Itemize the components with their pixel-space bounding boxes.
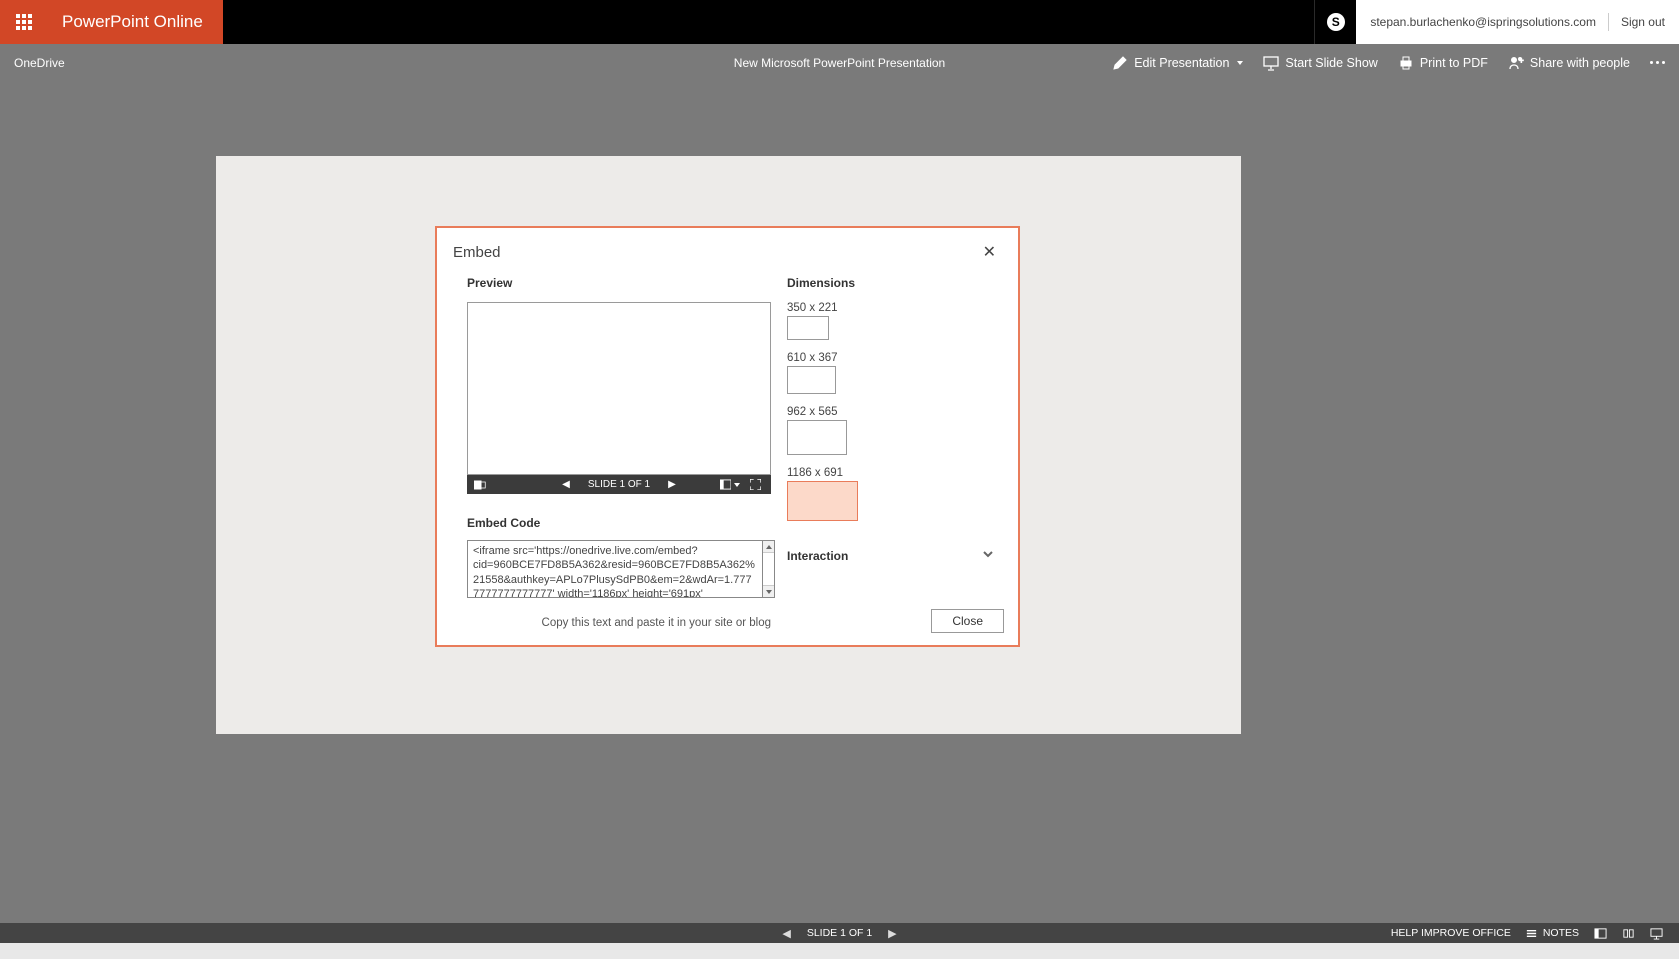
normal-view-button[interactable]	[1593, 926, 1607, 940]
share-button[interactable]: + Share with people	[1508, 55, 1630, 71]
notes-toggle[interactable]: NOTES	[1525, 926, 1579, 940]
status-prev-button[interactable]: ◀	[782, 927, 790, 940]
dimension-option-4[interactable]	[787, 481, 858, 521]
close-icon[interactable]: ✕	[977, 240, 1002, 264]
user-area: stepan.burlachenko@ispringsolutions.com …	[1356, 0, 1679, 44]
powerpoint-icon[interactable]	[467, 479, 493, 491]
embed-code-textarea[interactable]	[467, 540, 763, 598]
dialog-title: Embed	[453, 244, 501, 261]
dimension-option-3-label: 962 x 565	[787, 406, 1002, 418]
status-slide-counter: SLIDE 1 OF 1	[807, 927, 872, 939]
edit-label: Edit Presentation	[1134, 56, 1229, 70]
print-pdf-button[interactable]: Print to PDF	[1398, 55, 1488, 71]
skype-button[interactable]: S	[1314, 0, 1356, 44]
signout-link[interactable]: Sign out	[1621, 15, 1665, 29]
waffle-icon	[16, 14, 32, 30]
dimension-option-4-label: 1186 x 691	[787, 467, 1002, 479]
close-button[interactable]: Close	[931, 609, 1004, 633]
interaction-label: Interaction	[787, 549, 848, 563]
reading-view-button[interactable]	[1621, 926, 1635, 940]
embed-code-label: Embed Code	[467, 516, 771, 530]
preview-label: Preview	[467, 276, 771, 290]
subheader: OneDrive New Microsoft PowerPoint Presen…	[0, 44, 1679, 81]
printer-icon	[1398, 55, 1414, 71]
embed-preview	[467, 302, 771, 475]
dimension-option-3[interactable]	[787, 420, 847, 455]
user-email[interactable]: stepan.burlachenko@ispringsolutions.com	[1370, 15, 1596, 29]
preview-controls: ◀ SLIDE 1 OF 1 ▶	[467, 475, 771, 494]
textarea-scrollbar[interactable]	[763, 540, 775, 598]
svg-text:+: +	[1519, 56, 1524, 65]
interaction-toggle[interactable]: Interaction	[787, 547, 1002, 565]
notes-icon	[1525, 926, 1539, 940]
app-launcher-button[interactable]	[0, 0, 48, 44]
print-label: Print to PDF	[1420, 56, 1488, 70]
dimension-option-1-label: 350 x 221	[787, 302, 1002, 314]
chevron-down-icon	[982, 547, 994, 565]
brand-label[interactable]: PowerPoint Online	[48, 0, 223, 44]
help-improve-link[interactable]: HELP IMPROVE OFFICE	[1391, 927, 1511, 939]
taskbar-edge	[0, 943, 1679, 959]
embed-dialog: Embed ✕ Preview ◀ SLIDE 1 OF 1 ▶	[435, 226, 1020, 647]
skype-icon: S	[1327, 13, 1345, 31]
view-menu-button[interactable]	[720, 479, 740, 490]
dimension-option-2-label: 610 x 367	[787, 352, 1002, 364]
top-bar: PowerPoint Online S stepan.burlachenko@i…	[0, 0, 1679, 44]
ellipsis-icon	[1650, 61, 1665, 64]
next-slide-button[interactable]: ▶	[668, 479, 676, 490]
share-icon: +	[1508, 55, 1524, 71]
chevron-down-icon	[1237, 61, 1243, 65]
pencil-icon	[1112, 55, 1128, 71]
scroll-up-icon	[766, 545, 772, 549]
presentation-icon	[1263, 55, 1279, 71]
dimension-option-2[interactable]	[787, 366, 836, 394]
dimension-option-1[interactable]	[787, 316, 829, 340]
breadcrumb[interactable]: OneDrive	[14, 56, 65, 70]
slideshow-view-button[interactable]	[1649, 926, 1663, 940]
divider	[1608, 13, 1609, 31]
status-next-button[interactable]: ▶	[888, 927, 896, 940]
scroll-down-icon	[766, 590, 772, 594]
notes-label: NOTES	[1543, 927, 1579, 939]
status-bar: ◀ SLIDE 1 OF 1 ▶ HELP IMPROVE OFFICE NOT…	[0, 923, 1679, 943]
share-label: Share with people	[1530, 56, 1630, 70]
copy-hint: Copy this text and paste it in your site…	[467, 617, 771, 629]
more-actions-button[interactable]	[1650, 61, 1665, 64]
edit-presentation-button[interactable]: Edit Presentation	[1112, 55, 1243, 71]
start-slideshow-button[interactable]: Start Slide Show	[1263, 55, 1377, 71]
document-title: New Microsoft PowerPoint Presentation	[734, 56, 945, 70]
dimensions-label: Dimensions	[787, 276, 1002, 290]
prev-slide-button[interactable]: ◀	[562, 479, 570, 490]
fullscreen-icon[interactable]	[750, 479, 761, 490]
view-icon	[720, 479, 731, 490]
start-label: Start Slide Show	[1285, 56, 1377, 70]
chevron-down-icon	[734, 483, 740, 487]
preview-slide-counter: SLIDE 1 OF 1	[588, 479, 650, 490]
